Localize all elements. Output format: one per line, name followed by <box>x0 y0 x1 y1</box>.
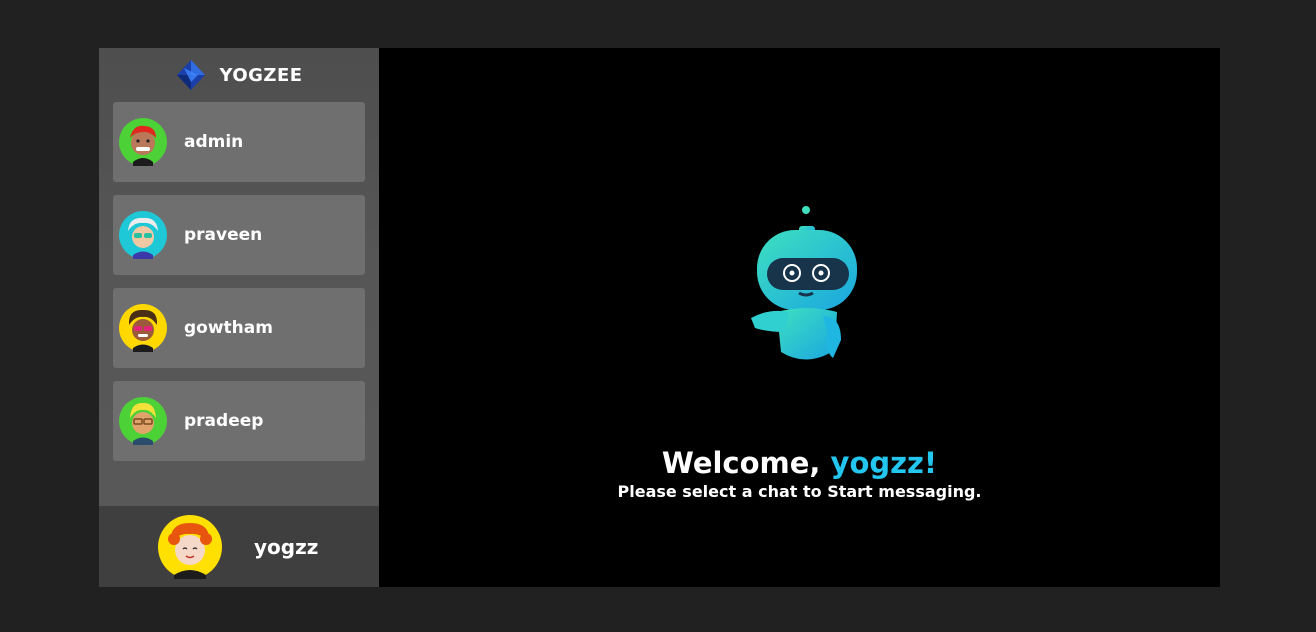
contact-list: admin praveen gowtham pradeep <box>99 102 379 461</box>
contact-name: gowtham <box>184 318 273 338</box>
chat-placeholder-panel: Welcome, yogzz! Please select a chat to … <box>379 48 1220 587</box>
avatar-icon <box>119 118 167 166</box>
welcome-subtitle: Please select a chat to Start messaging. <box>617 482 982 501</box>
chat-app: YOGZEE admin praveen gowtham pradeep yog… <box>99 48 1220 587</box>
contact-name: admin <box>184 132 244 152</box>
welcome-greeting: Welcome, <box>661 446 831 480</box>
avatar-icon <box>119 397 167 445</box>
robot-illustration-icon <box>751 206 857 360</box>
contact-item-praveen[interactable]: praveen <box>113 195 365 275</box>
avatar-icon <box>119 211 167 259</box>
diamond-logo-icon <box>177 60 206 90</box>
contact-item-admin[interactable]: admin <box>113 102 365 182</box>
contact-item-pradeep[interactable]: pradeep <box>113 381 365 461</box>
brand-header: YOGZEE <box>99 48 379 102</box>
current-user-profile[interactable]: yogzz <box>99 506 379 587</box>
welcome-message: Welcome, yogzz! Please select a chat to … <box>379 446 1220 501</box>
avatar-icon <box>119 304 167 352</box>
welcome-heading: Welcome, yogzz! <box>379 446 1220 480</box>
contact-name: pradeep <box>184 411 264 431</box>
current-user-name: yogzz <box>254 534 319 559</box>
contact-item-gowtham[interactable]: gowtham <box>113 288 365 368</box>
sidebar: YOGZEE admin praveen gowtham pradeep yog… <box>99 48 379 587</box>
brand-title: YOGZEE <box>219 64 303 86</box>
avatar-icon <box>158 514 222 579</box>
welcome-username: yogzz! <box>830 446 938 480</box>
contact-name: praveen <box>184 225 263 245</box>
